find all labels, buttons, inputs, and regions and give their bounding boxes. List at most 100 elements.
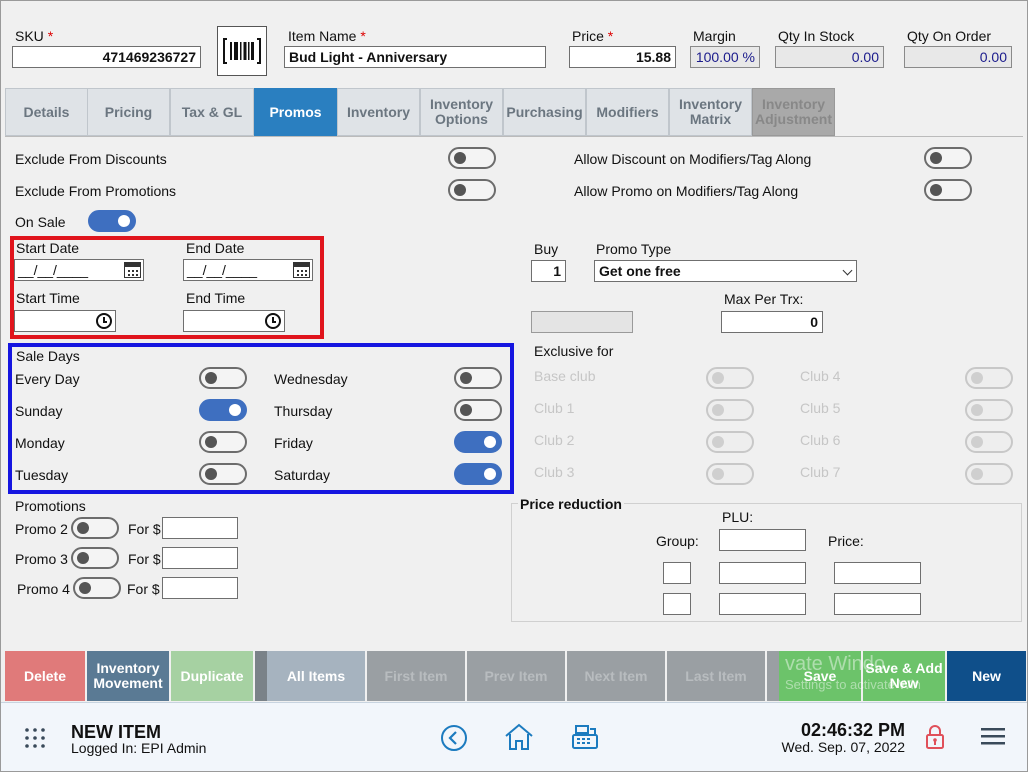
all-items-button[interactable]: All Items	[267, 651, 365, 701]
tuesday-toggle[interactable]	[199, 463, 247, 485]
promo-3-price-input[interactable]	[162, 547, 238, 569]
tab-inventory-options[interactable]: Inventory Options	[420, 88, 503, 136]
sunday-toggle[interactable]	[199, 399, 247, 421]
exclude-discounts-toggle[interactable]	[448, 147, 496, 169]
group-label: Group:	[656, 533, 699, 549]
clock-time: 02:46:32 PM	[800, 720, 905, 740]
every-day-label: Every Day	[15, 371, 80, 387]
club-1-label: Club 1	[534, 400, 575, 416]
exclude-discounts-label: Exclude From Discounts	[15, 151, 167, 167]
promo-4-price-input[interactable]	[162, 577, 238, 599]
allow-discount-modifiers-toggle[interactable]	[924, 147, 972, 169]
delete-button[interactable]: Delete	[5, 651, 85, 701]
promotions-label: Promotions	[15, 498, 86, 514]
new-button[interactable]: New	[947, 651, 1026, 701]
club-4-toggle	[965, 367, 1013, 389]
start-time-input[interactable]	[14, 310, 116, 332]
exclude-promotions-toggle[interactable]	[448, 179, 496, 201]
home-icon[interactable]	[503, 721, 535, 753]
item-name-input[interactable]: Bud Light - Anniversary	[284, 46, 546, 68]
friday-label: Friday	[274, 435, 313, 451]
friday-toggle[interactable]	[454, 431, 502, 453]
clock-icon[interactable]	[265, 313, 281, 329]
end-date-input[interactable]: __/__/____	[183, 259, 313, 281]
promo-type-value: Get one free	[599, 263, 681, 279]
first-item-button: First Item	[367, 651, 465, 701]
tab-modifiers[interactable]: Modifiers	[586, 88, 669, 136]
allow-promo-modifiers-toggle[interactable]	[924, 179, 972, 201]
promo-3-for-label: For $	[128, 551, 161, 567]
sku-input[interactable]: 471469236727	[12, 46, 201, 68]
apps-grid-icon[interactable]	[24, 727, 46, 749]
promo-type-select[interactable]: Get one free	[594, 260, 857, 282]
on-sale-label: On Sale	[15, 214, 66, 230]
disabled-field	[531, 311, 633, 333]
max-per-trx-label: Max Per Trx:	[724, 291, 804, 307]
start-time-label: Start Time	[16, 290, 80, 306]
promo-2-label: Promo 2	[15, 521, 68, 537]
price-label: Price *	[572, 28, 614, 44]
tab-details[interactable]: Details	[5, 88, 88, 136]
barcode-icon	[223, 38, 261, 64]
price-input[interactable]: 15.88	[569, 46, 676, 68]
thursday-toggle[interactable]	[454, 399, 502, 421]
price-input-2[interactable]	[834, 593, 921, 615]
tab-pricing[interactable]: Pricing	[87, 88, 170, 136]
on-sale-toggle[interactable]	[88, 210, 136, 232]
promo-3-toggle[interactable]	[71, 547, 119, 569]
thursday-label: Thursday	[274, 403, 333, 419]
promo-2-price-input[interactable]	[162, 517, 238, 539]
calendar-icon[interactable]	[124, 262, 141, 278]
promo-4-toggle[interactable]	[73, 577, 121, 599]
saturday-toggle[interactable]	[454, 463, 502, 485]
save-button[interactable]: Save	[779, 651, 861, 701]
tab-promos[interactable]: Promos	[254, 88, 337, 136]
end-time-input[interactable]	[183, 310, 285, 332]
action-bar: Delete Inventory Movement Duplicate All …	[5, 651, 1026, 701]
max-per-trx-input[interactable]: 0	[721, 311, 823, 333]
tab-inventory-matrix[interactable]: Inventory Matrix	[669, 88, 752, 136]
start-date-input[interactable]: __/__/____	[14, 259, 144, 281]
buy-input[interactable]: 1	[531, 260, 566, 282]
plu-input-1[interactable]	[719, 562, 806, 584]
save-add-new-button[interactable]: Save & Add New	[863, 651, 945, 701]
club-4-label: Club 4	[800, 368, 841, 384]
lock-icon[interactable]	[924, 723, 946, 751]
buy-label: Buy	[534, 241, 559, 257]
qty-in-stock-label: Qty In Stock	[778, 28, 855, 44]
logged-in-label: Logged In: EPI Admin	[71, 740, 207, 756]
club-3-toggle	[706, 463, 754, 485]
footer-bar: NEW ITEM Logged In: EPI Admin 02:46:32 P…	[1, 702, 1027, 771]
tab-tax-gl[interactable]: Tax & GL	[170, 88, 254, 136]
group-input-2[interactable]	[663, 593, 691, 615]
register-icon[interactable]	[570, 723, 600, 751]
tab-inventory[interactable]: Inventory	[337, 88, 420, 136]
promo-2-for-label: For $	[128, 521, 161, 537]
monday-toggle[interactable]	[199, 431, 247, 453]
promo-2-toggle[interactable]	[71, 517, 119, 539]
club-5-label: Club 5	[800, 400, 841, 416]
every-day-toggle[interactable]	[199, 367, 247, 389]
back-icon[interactable]	[440, 724, 468, 752]
price-input-1[interactable]	[834, 562, 921, 584]
promo-4-label: Promo 4	[17, 581, 70, 597]
plu-input-2[interactable]	[719, 593, 806, 615]
wednesday-toggle[interactable]	[454, 367, 502, 389]
monday-label: Monday	[15, 435, 65, 451]
inventory-movement-button[interactable]: Inventory Movement	[87, 651, 169, 701]
hamburger-menu-icon[interactable]	[981, 726, 1005, 746]
group-input-1[interactable]	[663, 562, 691, 584]
tab-purchasing[interactable]: Purchasing	[503, 88, 586, 136]
duplicate-button[interactable]: Duplicate	[171, 651, 253, 701]
tab-divider	[5, 136, 1023, 137]
clock-icon[interactable]	[96, 313, 112, 329]
end-date-label: End Date	[186, 240, 245, 256]
start-date-value: __/__/____	[18, 262, 89, 278]
plu-input[interactable]	[719, 529, 806, 551]
end-time-label: End Time	[186, 290, 246, 306]
club-7-label: Club 7	[800, 464, 841, 480]
club-6-label: Club 6	[800, 432, 841, 448]
saturday-label: Saturday	[274, 467, 331, 483]
calendar-icon[interactable]	[293, 262, 310, 278]
barcode-button[interactable]	[217, 26, 267, 76]
